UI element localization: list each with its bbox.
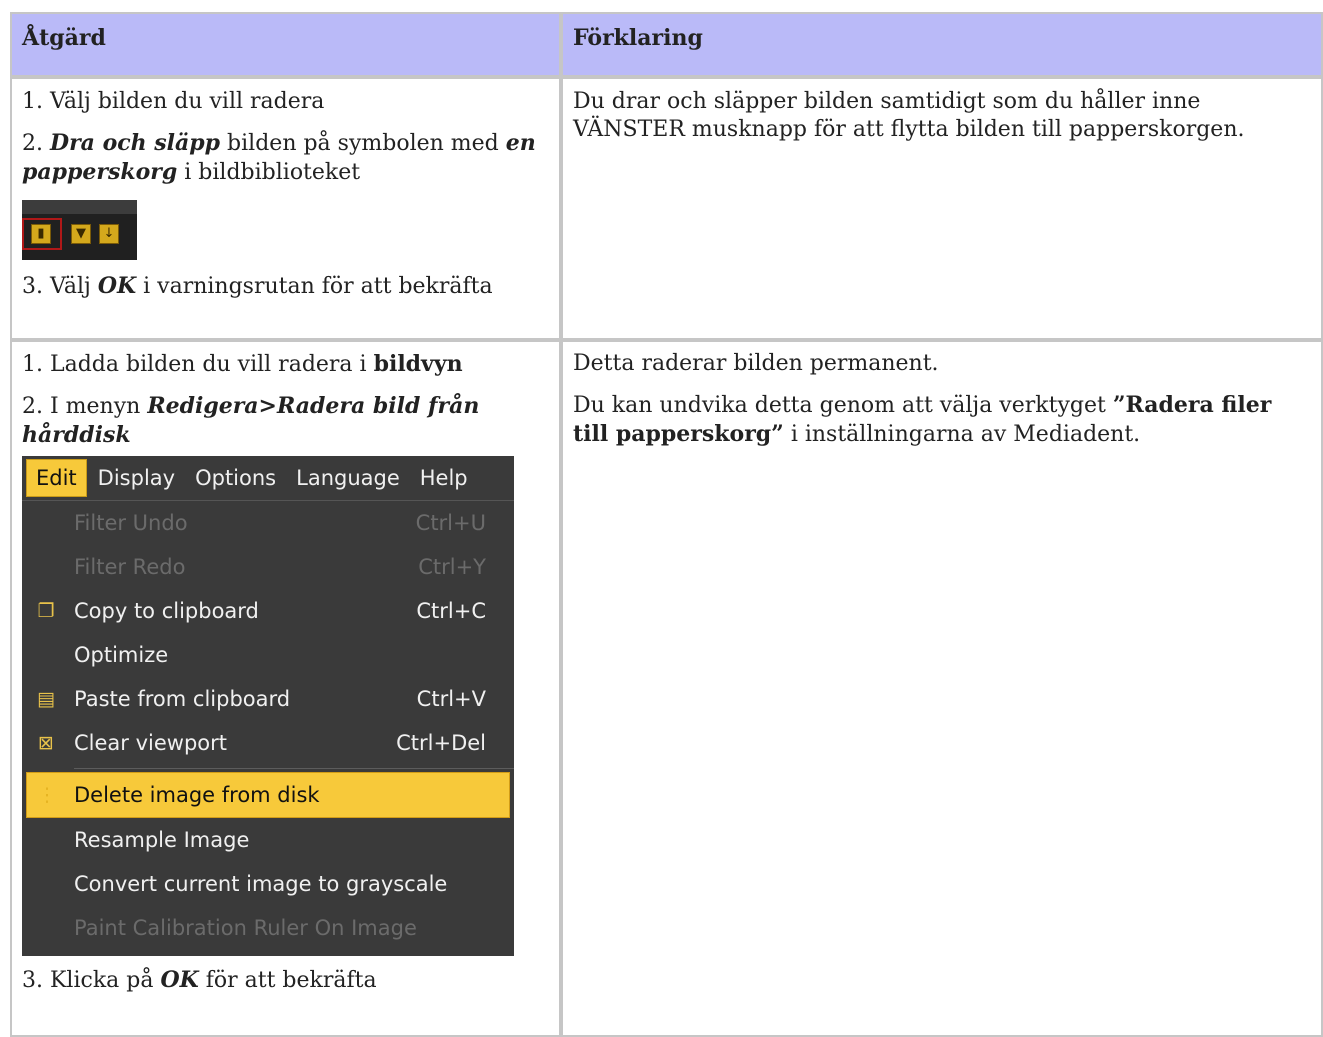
clear-document-icon: ⊠ [38,732,54,754]
edit-menu-screenshot: Edit Display Options Language Help Filte… [22,456,514,956]
menu-item-label: Clear viewport [74,731,227,755]
row1-step1: 1. Välj bilden du vill radera [22,89,325,114]
row1-step3-prefix: 3. Välj [22,274,98,299]
row1-step3: 3. Välj OK i varningsrutan för att bekrä… [22,272,549,301]
menu-item-filter-redo: Filter Redo Ctrl+Y [22,545,514,589]
row1-step3-suffix: i varningsrutan för att bekräfta [136,274,493,299]
library-toolbar-image: ▮ ▼ ↓ [22,200,137,260]
row2-explanation-cell: Detta raderar bilden permanent. Du kan u… [561,340,1323,1037]
menu-item-resample-image[interactable]: Resample Image [22,818,514,862]
menu-separator [74,768,514,769]
row2-step2-prefix: 2. I menyn [22,394,148,419]
row2-explanation2: Du kan undvika detta genom att välja ver… [573,391,1311,449]
header-action: Åtgärd [10,12,561,77]
menu-item-shortcut: Ctrl+Y [418,555,486,579]
menu-item-shortcut: Ctrl+U [415,511,486,535]
menu-item-optimize[interactable]: Optimize [22,633,514,677]
menu-item-label: Copy to clipboard [74,599,259,623]
menu-item-label: Paint Calibration Ruler On Image [74,916,417,940]
menu-item-shortcut: Ctrl+Del [396,731,486,755]
menu-display[interactable]: Display [89,460,184,496]
row2-step1-prefix: 1. Ladda bilden du vill radera i [22,352,374,377]
row2-step1-bold: bildvyn [373,351,463,377]
row2-explanation1: Detta raderar bilden permanent. [573,351,939,376]
row1-explanation: Du drar och släpper bilden samtidigt som… [573,89,1245,142]
paste-icon: ▤ [37,688,55,710]
menu-item-shortcut: Ctrl+V [416,687,486,711]
delete-icon: ⋮ [37,784,57,806]
menu-options[interactable]: Options [186,460,285,496]
row1-step2: 2. Dra och släpp bilden på symbolen med … [22,129,549,187]
menu-item-shortcut: Ctrl+C [416,599,486,623]
menu-item-copy-to-clipboard[interactable]: ❐ Copy to clipboard Ctrl+C [22,589,514,633]
menu-item-label: Resample Image [74,828,250,852]
row2-steps: 1. Ladda bilden du vill radera i bildvyn… [10,340,561,1037]
menu-item-label: Paste from clipboard [74,687,291,711]
menu-help[interactable]: Help [411,460,477,496]
header-explanation: Förklaring [561,12,1323,77]
download-arrow-icon: ↓ [99,224,119,244]
menu-bar: Edit Display Options Language Help [22,456,514,501]
copy-icon: ❐ [37,600,55,622]
menu-item-label: Convert current image to grayscale [74,872,448,896]
row2-step2: 2. I menyn Redigera>Radera bild från hår… [22,392,549,450]
trash-icon: ▮ [31,224,51,244]
row1-explanation-cell: Du drar och släpper bilden samtidigt som… [561,77,1323,340]
menu-item-label: Delete image from disk [74,783,320,807]
menu-item-delete-image-from-disk[interactable]: ⋮ Delete image from disk [26,772,510,818]
menu-item-paste-from-clipboard[interactable]: ▤ Paste from clipboard Ctrl+V [22,677,514,721]
row2-step3-bold: OK [160,967,199,993]
row1-step3-bold: OK [97,273,137,299]
menu-item-label: Optimize [74,643,169,667]
menu-item-filter-undo: Filter Undo Ctrl+U [22,501,514,545]
row1-step2-prefix: 2. [22,131,50,156]
row1-step2-mid: bilden på symbolen med [220,131,506,156]
row2-step3-suffix: för att bekräfta [198,968,377,993]
row2-step3: 3. Klicka på OK för att bekräfta [22,966,549,995]
menu-edit[interactable]: Edit [26,459,87,497]
row1-step2-bold1: Dra och släpp [49,130,221,156]
row1-steps: 1. Välj bilden du vill radera 2. Dra och… [10,77,561,340]
row1-step2-suffix: i bildbiblioteket [177,160,361,185]
menu-item-paint-calibration-ruler: Paint Calibration Ruler On Image [22,906,514,950]
row2-step1: 1. Ladda bilden du vill radera i bildvyn [22,350,549,379]
filter-icon: ▼ [71,224,91,244]
row2-step3-prefix: 3. Klicka på [22,968,161,993]
menu-item-label: Filter Undo [74,511,188,535]
instruction-table: Åtgärd Förklaring 1. Välj bilden du vill… [10,12,1323,1037]
row2-explanation2-prefix: Du kan undvika detta genom att välja ver… [573,393,1113,418]
menu-item-label: Filter Redo [74,555,186,579]
row2-explanation2-suffix: i inställningarna av Mediadent. [783,422,1141,447]
menu-item-clear-viewport[interactable]: ⊠ Clear viewport Ctrl+Del [22,721,514,765]
menu-language[interactable]: Language [287,460,409,496]
menu-item-convert-grayscale[interactable]: Convert current image to grayscale [22,862,514,906]
